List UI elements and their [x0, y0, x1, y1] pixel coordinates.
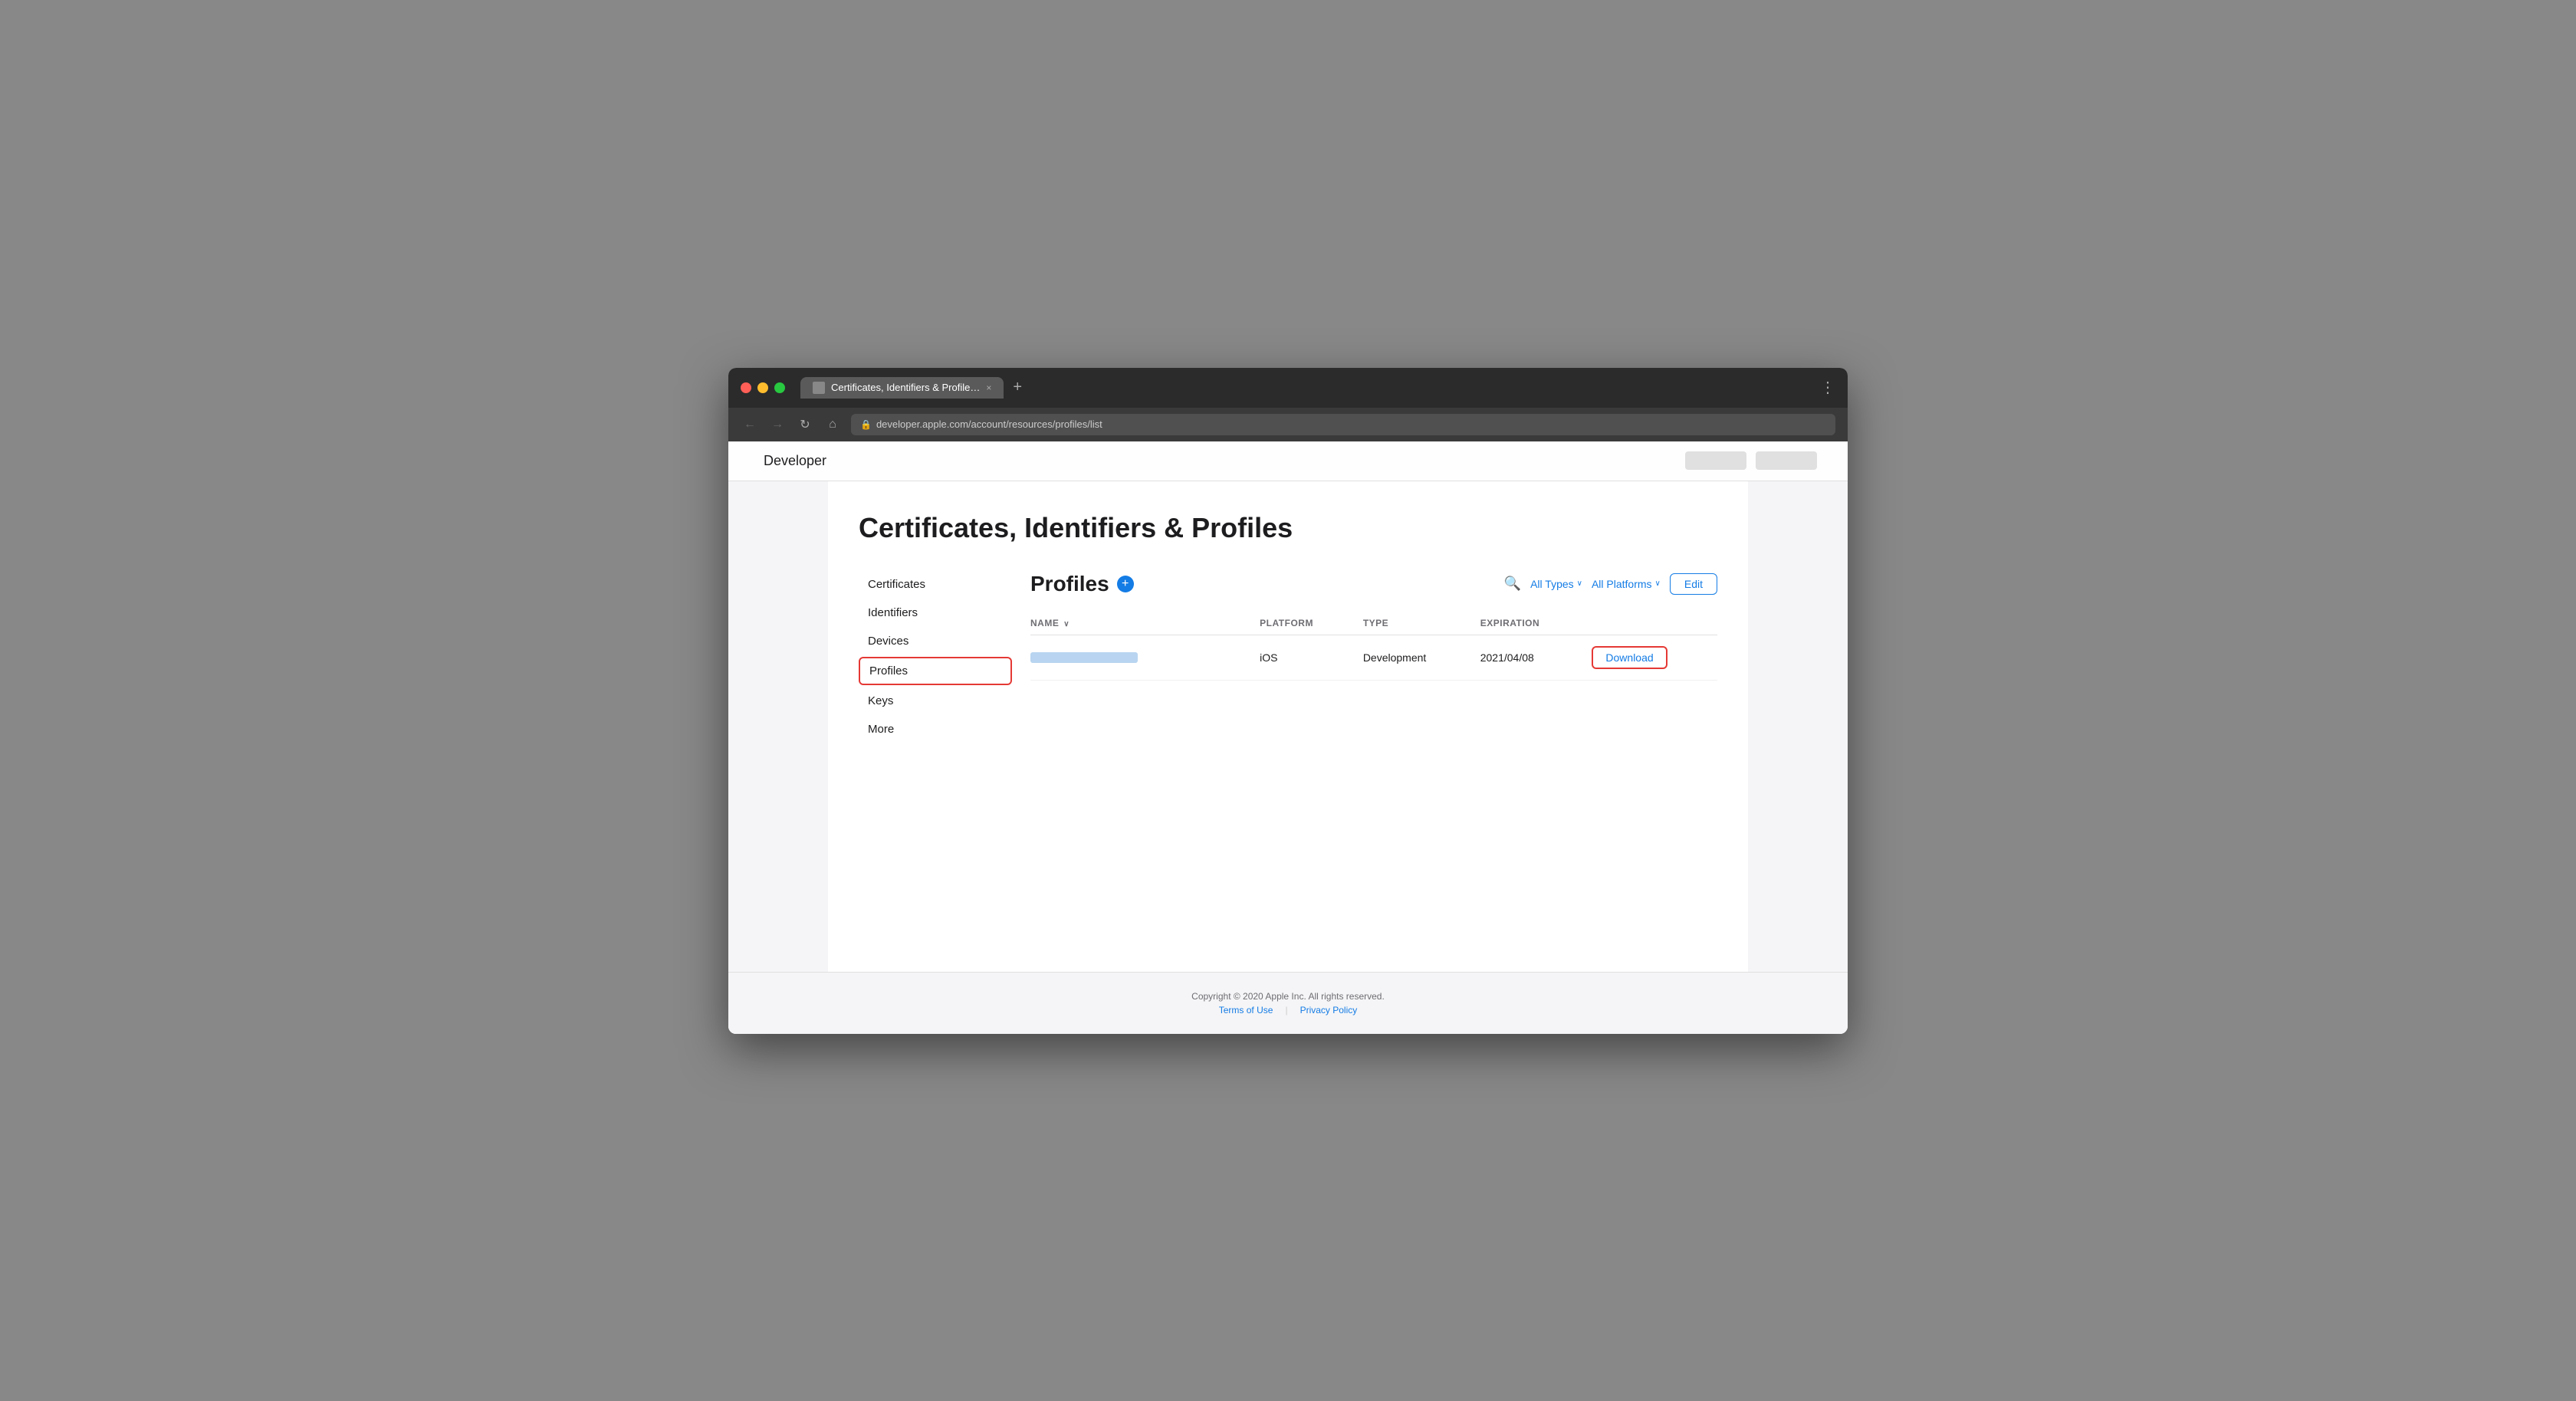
download-button[interactable]: Download [1592, 646, 1667, 669]
address-bar: ← → ↻ ⌂ 🔒 developer.apple.com/account/re… [728, 408, 1848, 441]
tab-close-button[interactable]: × [986, 382, 991, 393]
traffic-lights [741, 382, 785, 393]
column-type: TYPE [1354, 612, 1471, 635]
page-title: Certificates, Identifiers & Profiles [859, 512, 1717, 544]
footer-links: Terms of Use | Privacy Policy [759, 1005, 1817, 1015]
site-footer: Copyright © 2020 Apple Inc. All rights r… [728, 972, 1848, 1034]
main-container: Certificates, Identifiers & Profiles Cer… [828, 481, 1748, 972]
browser-window: Certificates, Identifiers & Profile… × +… [728, 368, 1848, 1034]
profile-type-cell: Development [1354, 635, 1471, 680]
lock-icon: 🔒 [860, 419, 872, 430]
new-tab-button[interactable]: + [1007, 379, 1028, 396]
sidebar: Certificates Identifiers Devices Profile… [859, 572, 1012, 745]
maximize-window-button[interactable] [774, 382, 785, 393]
close-window-button[interactable] [741, 382, 751, 393]
profile-platform-cell: iOS [1250, 635, 1354, 680]
title-bar: Certificates, Identifiers & Profile… × +… [728, 368, 1848, 408]
profile-actions-cell: Download [1582, 635, 1717, 680]
address-input[interactable]: 🔒 developer.apple.com/account/resources/… [851, 414, 1835, 435]
chevron-down-icon: ∨ [1655, 579, 1661, 588]
terms-of-use-link[interactable]: Terms of Use [1219, 1005, 1273, 1015]
all-types-filter[interactable]: All Types ∨ [1530, 578, 1582, 590]
back-button[interactable]: ← [741, 418, 759, 431]
profile-name-cell [1030, 635, 1250, 680]
profiles-table: NAME ∨ PLATFORM TYPE EXPIR [1030, 612, 1717, 681]
privacy-policy-link[interactable]: Privacy Policy [1300, 1005, 1358, 1015]
page-content: Developer Certificates, Identifiers & Pr… [728, 441, 1848, 1034]
column-expiration: EXPIRATION [1471, 612, 1583, 635]
table-body: iOS Development 2021/04/08 Download [1030, 635, 1717, 680]
panel-title-area: Profiles + [1030, 572, 1134, 596]
sidebar-item-devices[interactable]: Devices [859, 628, 1012, 654]
active-tab[interactable]: Certificates, Identifiers & Profile… × [800, 377, 1004, 399]
minimize-window-button[interactable] [757, 382, 768, 393]
copyright-text: Copyright © 2020 Apple Inc. All rights r… [1191, 991, 1385, 1002]
tab-bar: Certificates, Identifiers & Profile… × + [800, 377, 1811, 399]
panel-controls: 🔍 All Types ∨ All Platforms ∨ Edit [1504, 573, 1717, 595]
sidebar-item-more[interactable]: More [859, 717, 1012, 742]
developer-label: Developer [764, 453, 826, 469]
column-platform: PLATFORM [1250, 612, 1354, 635]
all-platforms-filter[interactable]: All Platforms ∨ [1592, 578, 1661, 590]
sidebar-item-certificates[interactable]: Certificates [859, 572, 1012, 597]
tab-title: Certificates, Identifiers & Profile… [831, 382, 980, 393]
site-header: Developer [728, 441, 1848, 481]
panel-title: Profiles [1030, 572, 1109, 596]
sidebar-item-identifiers[interactable]: Identifiers [859, 600, 1012, 625]
content-area: Certificates Identifiers Devices Profile… [859, 572, 1717, 745]
column-name[interactable]: NAME ∨ [1030, 612, 1250, 635]
table-row: iOS Development 2021/04/08 Download [1030, 635, 1717, 680]
apple-logo-area: Developer [759, 453, 826, 469]
sidebar-item-keys[interactable]: Keys [859, 688, 1012, 714]
sort-icon: ∨ [1063, 620, 1070, 628]
profile-name-placeholder [1030, 652, 1138, 663]
header-btn-2[interactable] [1756, 451, 1817, 470]
url-text: developer.apple.com/account/resources/pr… [876, 418, 1102, 430]
home-button[interactable]: ⌂ [823, 418, 842, 431]
panel-header: Profiles + 🔍 All Types ∨ All Platforms [1030, 572, 1717, 596]
refresh-button[interactable]: ↻ [796, 417, 814, 432]
edit-button[interactable]: Edit [1670, 573, 1717, 595]
tab-favicon-icon [813, 382, 825, 394]
footer-divider: | [1285, 1005, 1287, 1015]
forward-button[interactable]: → [768, 418, 787, 431]
search-icon[interactable]: 🔍 [1504, 576, 1521, 592]
main-panel: Profiles + 🔍 All Types ∨ All Platforms [1012, 572, 1717, 745]
browser-more-button[interactable]: ⋮ [1820, 378, 1835, 397]
sidebar-item-profiles[interactable]: Profiles [859, 657, 1012, 685]
table-header: NAME ∨ PLATFORM TYPE EXPIR [1030, 612, 1717, 635]
header-btn-1[interactable] [1685, 451, 1746, 470]
header-right [1685, 451, 1817, 470]
chevron-down-icon: ∨ [1577, 579, 1582, 588]
column-actions [1582, 612, 1717, 635]
profile-expiration-cell: 2021/04/08 [1471, 635, 1583, 680]
add-profile-button[interactable]: + [1117, 576, 1134, 592]
